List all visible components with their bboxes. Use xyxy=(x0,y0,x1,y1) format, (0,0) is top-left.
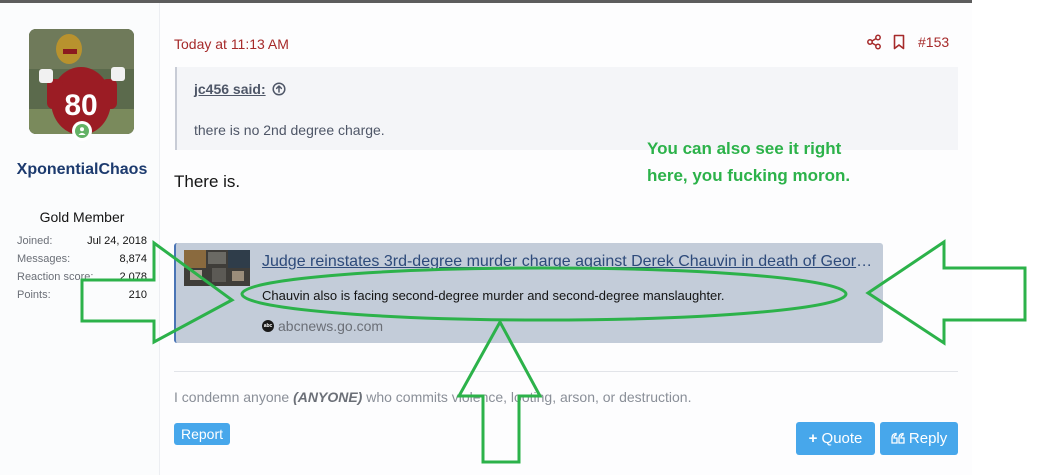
stat-label: Points: xyxy=(17,289,51,301)
signature-text-end: who commits violence, looting, arson, or… xyxy=(362,389,692,405)
link-preview-title[interactable]: Judge reinstates 3rd-degree murder charg… xyxy=(262,253,878,271)
report-button[interactable]: Report xyxy=(174,423,231,445)
link-preview[interactable]: Judge reinstates 3rd-degree murder charg… xyxy=(174,243,883,343)
stat-value: 8,874 xyxy=(119,253,147,265)
annotation-line-1: You can also see it right xyxy=(647,139,842,158)
annotation-text: You can also see it right here, you fuck… xyxy=(647,135,877,189)
quote-header[interactable]: jc456 said: xyxy=(194,81,286,97)
stat-value: 210 xyxy=(128,289,147,301)
username[interactable]: XponentialChaos xyxy=(16,157,148,183)
svg-text:80: 80 xyxy=(64,89,97,122)
stat-value: Jul 24, 2018 xyxy=(87,235,147,247)
post-body: There is. xyxy=(174,172,241,191)
link-preview-domain: abcnews.go.com xyxy=(278,318,384,334)
stat-messages: Messages: 8,874 xyxy=(17,253,147,271)
stat-points: Points: 210 xyxy=(17,289,147,307)
signature-divider xyxy=(174,371,958,372)
avatar[interactable]: 80 xyxy=(29,29,134,134)
stat-label: Reaction score: xyxy=(17,271,94,283)
bookmark-icon[interactable] xyxy=(892,34,906,50)
reply-button-label: Reply xyxy=(908,430,948,447)
arrow-up-circle-icon[interactable] xyxy=(272,82,286,96)
stat-joined: Joined: Jul 24, 2018 xyxy=(17,235,147,253)
quote-text: there is no 2nd degree charge. xyxy=(194,122,385,138)
signature-text-start: I condemn anyone xyxy=(174,389,294,405)
stat-label: Joined: xyxy=(17,235,53,247)
link-preview-source: abc abcnews.go.com xyxy=(262,318,383,334)
stat-label: Messages: xyxy=(17,253,71,265)
link-preview-thumbnail[interactable] xyxy=(184,250,250,286)
quote-button[interactable]: + Quote xyxy=(796,422,875,455)
share-icon[interactable] xyxy=(866,34,882,50)
annotation-line-2: here, you fucking moron. xyxy=(647,166,851,185)
reply-quote-icon xyxy=(891,432,905,444)
user-title: Gold Member xyxy=(39,209,125,225)
post-date[interactable]: Today at 11:13 AM xyxy=(174,36,289,52)
quote-author[interactable]: jc456 said: xyxy=(194,81,266,97)
post-number-link[interactable]: #153 xyxy=(918,34,949,50)
stat-value: 2,078 xyxy=(119,271,147,283)
signature: I condemn anyone (ANYONE) who commits vi… xyxy=(174,389,691,405)
online-status-badge xyxy=(72,121,92,141)
abc-news-logo-icon: abc xyxy=(262,320,274,332)
user-stats: Joined: Jul 24, 2018 Messages: 8,874 React… xyxy=(17,235,147,307)
plus-icon: + xyxy=(808,430,818,447)
signature-emphasis: (ANYONE) xyxy=(293,389,363,405)
reply-button[interactable]: Reply xyxy=(880,422,958,455)
link-preview-description: Chauvin also is facing second-degree mur… xyxy=(262,288,725,303)
quote-button-label: Quote xyxy=(821,430,863,447)
stat-reaction-score: Reaction score: 2,078 xyxy=(17,271,147,289)
user-icon xyxy=(78,127,86,135)
post-tools: #153 xyxy=(866,34,949,50)
